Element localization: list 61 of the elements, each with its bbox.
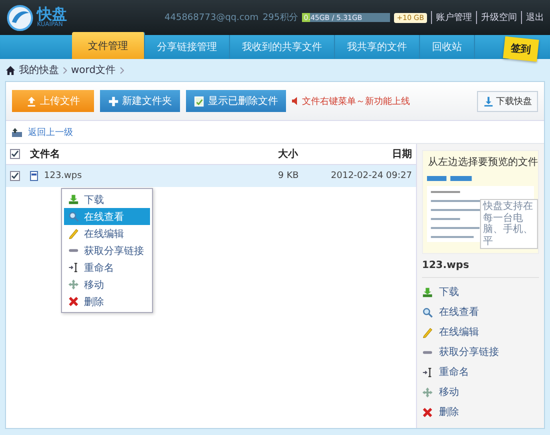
- move-icon: [68, 279, 79, 290]
- menu-item[interactable]: 下载: [64, 191, 150, 208]
- action-link[interactable]: 移动: [422, 382, 539, 402]
- action-link[interactable]: 在线编辑: [422, 322, 539, 342]
- preview-note: 快盘支持在每一台电脑、手机、平: [480, 199, 538, 249]
- rename-icon: [68, 262, 79, 273]
- speaker-icon: [292, 97, 300, 105]
- download-icon: [68, 194, 79, 205]
- column-header[interactable]: 大小: [278, 147, 320, 161]
- download-client-button[interactable]: 下载快盘: [477, 90, 538, 112]
- menu-item[interactable]: 重命名: [64, 259, 150, 276]
- account-email: 445868773@qq.com: [164, 12, 259, 22]
- points-text: 295积分: [262, 12, 298, 24]
- nav-tab[interactable]: 文件管理: [72, 32, 145, 59]
- file-name: 123.wps: [44, 171, 82, 181]
- breadcrumb-link[interactable]: 我的快盘: [19, 63, 59, 77]
- menu-item[interactable]: 在线编辑: [64, 225, 150, 242]
- header-link[interactable]: 退出: [521, 11, 544, 24]
- menu-item[interactable]: 移动: [64, 276, 150, 293]
- download-icon: [422, 286, 433, 298]
- breadcrumb-link[interactable]: word文件: [71, 63, 116, 77]
- logo-icon: [6, 4, 34, 32]
- menu-item[interactable]: 删除: [64, 293, 150, 310]
- plus-icon: [108, 96, 119, 106]
- move-icon: [422, 386, 433, 398]
- action-link[interactable]: 在线查看: [422, 302, 539, 322]
- rename-icon: [422, 366, 433, 378]
- checkbox[interactable]: [10, 171, 20, 181]
- file-icon: [30, 171, 38, 181]
- view-icon: [422, 306, 433, 318]
- delete-icon: [422, 406, 433, 418]
- checkbox[interactable]: [10, 149, 20, 159]
- document-icon: [194, 96, 205, 106]
- preview-file-name: 123.wps: [422, 254, 539, 278]
- logo-text: 快盘: [37, 7, 67, 22]
- menu-item[interactable]: 获取分享链接: [64, 242, 150, 259]
- chevron-icon: [120, 66, 124, 74]
- header-link[interactable]: 账户管理: [431, 11, 472, 24]
- edit-icon: [68, 228, 79, 239]
- home-icon: [6, 66, 15, 74]
- view-icon: [68, 211, 79, 222]
- column-header[interactable]: 文件名: [30, 147, 278, 161]
- file-date: 2012-02-24 09:27: [330, 171, 413, 181]
- delete-icon: [68, 296, 79, 307]
- column-header[interactable]: 日期: [320, 147, 416, 161]
- notice-text[interactable]: 文件右键菜单～新功能上线: [302, 94, 410, 108]
- action-link[interactable]: 获取分享链接: [422, 342, 539, 362]
- checkin-button[interactable]: 签到: [502, 36, 540, 62]
- chevron-icon: [63, 66, 67, 74]
- edit-icon: [422, 326, 433, 338]
- file-size: 9 KB: [278, 171, 300, 181]
- preview-hint: 从左边选择要预览的文件: [428, 156, 538, 169]
- file-row[interactable]: 123.wps 9 KB 2012-02-24 09:27: [6, 165, 416, 187]
- download-icon: [483, 96, 494, 106]
- back-link[interactable]: 返回上一级: [28, 126, 73, 138]
- upload-icon: [26, 96, 37, 106]
- action-link[interactable]: 下载: [422, 282, 539, 302]
- header-link[interactable]: 升级空间: [476, 11, 517, 24]
- action-link[interactable]: 重命名: [422, 362, 539, 382]
- up-folder-icon: [12, 128, 22, 136]
- action-link[interactable]: 删除: [422, 402, 539, 422]
